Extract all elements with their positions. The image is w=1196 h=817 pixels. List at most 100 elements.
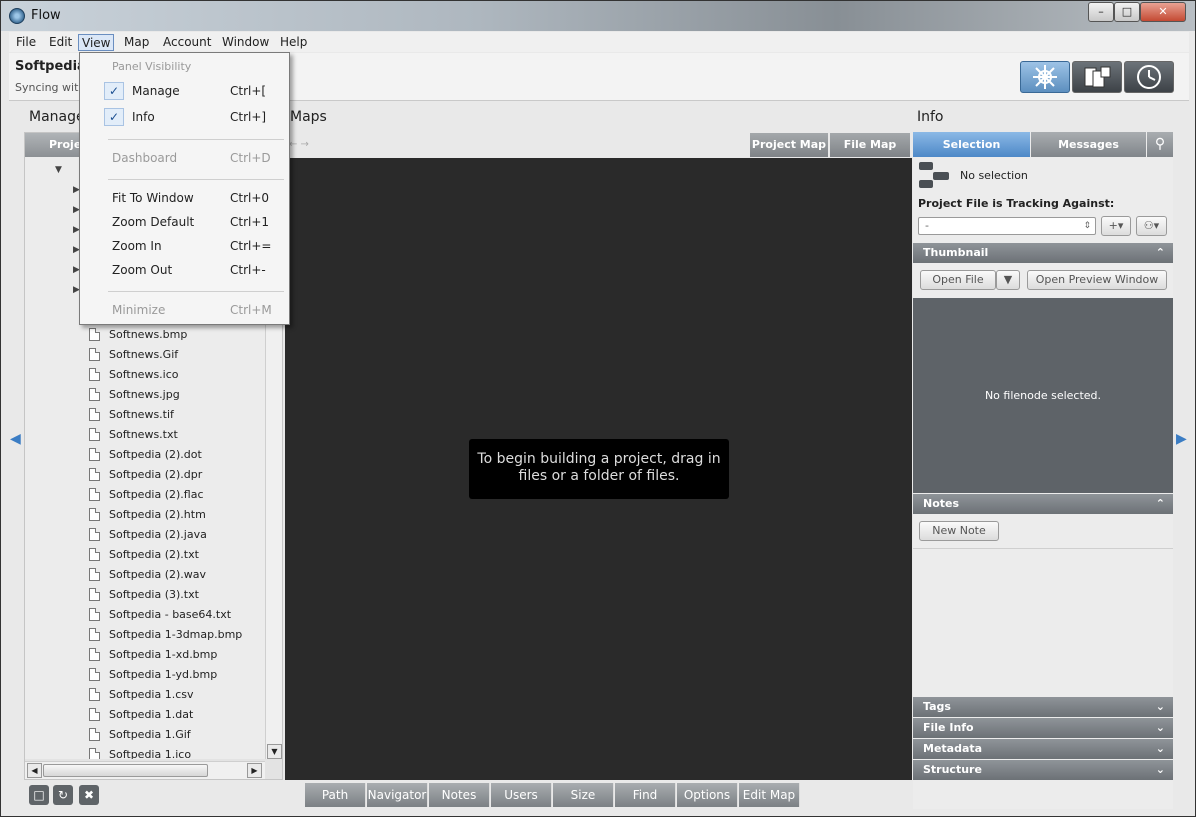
file-name: Softnews.txt: [109, 428, 178, 441]
tab-messages[interactable]: Messages: [1031, 132, 1146, 157]
list-item[interactable]: Softpedia 1-yd.bmp: [25, 665, 265, 685]
menu-item-fit-to-window[interactable]: Fit To Window Ctrl+0: [80, 187, 289, 209]
tab-file-map[interactable]: File Map: [830, 133, 910, 157]
list-item[interactable]: Softpedia 1-3dmap.bmp: [25, 625, 265, 645]
open-preview-button[interactable]: Open Preview Window: [1027, 270, 1167, 290]
maximize-button[interactable]: □: [1114, 2, 1140, 22]
tab-users[interactable]: Users: [491, 783, 552, 807]
tracking-select[interactable]: - ⇕: [918, 217, 1096, 235]
menu-item-zoom-in[interactable]: Zoom In Ctrl+=: [80, 235, 289, 257]
menu-file[interactable]: File: [13, 34, 39, 51]
chevron-down-icon: ⌄: [1155, 763, 1165, 776]
metadata-section-header[interactable]: Metadata ⌄: [913, 739, 1173, 759]
list-item[interactable]: Softpedia (2).wav: [25, 565, 265, 585]
scroll-right-icon[interactable]: ▶: [247, 763, 262, 778]
new-note-button[interactable]: New Note: [919, 521, 999, 541]
menu-item-zoom-default[interactable]: Zoom Default Ctrl+1: [80, 211, 289, 233]
menu-item-shortcut: Ctrl+]: [230, 110, 267, 124]
chevron-down-icon: ⌄: [1155, 742, 1165, 755]
list-item[interactable]: Softpedia (2).dpr: [25, 465, 265, 485]
list-item[interactable]: Softnews.bmp: [25, 325, 265, 345]
tab-find[interactable]: Find: [615, 783, 676, 807]
notes-section-header[interactable]: Notes ⌃: [913, 494, 1173, 514]
menu-item-zoom-out[interactable]: Zoom Out Ctrl+-: [80, 259, 289, 281]
chevron-up-icon: ⌃: [1155, 497, 1165, 510]
network-icon: [1033, 65, 1057, 89]
files-view-button[interactable]: [1072, 61, 1122, 93]
menu-item-shortcut: Ctrl+[: [230, 84, 267, 98]
list-item[interactable]: Softpedia 1-xd.bmp: [25, 645, 265, 665]
tab-navigator[interactable]: Navigator: [367, 783, 428, 807]
list-item[interactable]: Softpedia (3).txt: [25, 585, 265, 605]
list-item[interactable]: Softpedia 1.dat: [25, 705, 265, 725]
tab-selection[interactable]: Selection: [913, 132, 1030, 157]
menu-item-manage[interactable]: ✓ Manage Ctrl+[: [80, 80, 289, 102]
open-file-button[interactable]: Open File: [920, 270, 996, 290]
list-item[interactable]: Softpedia 1.ico: [25, 745, 265, 759]
tab-notes[interactable]: Notes: [429, 783, 490, 807]
file-name: Softnews.bmp: [109, 328, 188, 341]
close-button[interactable]: ✕: [1140, 2, 1186, 22]
structure-section-header[interactable]: Structure ⌄: [913, 760, 1173, 780]
file-info-header-label: File Info: [923, 721, 974, 734]
list-item[interactable]: Softnews.ico: [25, 365, 265, 385]
binoculars-dropdown-button[interactable]: ⚇▾: [1136, 216, 1167, 236]
minimize-button[interactable]: –: [1088, 2, 1114, 22]
tab-path[interactable]: Path: [305, 783, 366, 807]
list-item[interactable]: Softpedia (2).java: [25, 525, 265, 545]
file-icon: [89, 328, 100, 341]
file-info-section-header[interactable]: File Info ⌄: [913, 718, 1173, 738]
list-item[interactable]: Softpedia (2).flac: [25, 485, 265, 505]
expand-arrow-icon[interactable]: ▼: [55, 165, 62, 175]
menu-map[interactable]: Map: [121, 34, 152, 51]
add-folder-icon[interactable]: □: [29, 785, 49, 805]
checkmark-icon: ✓: [104, 82, 124, 100]
menu-separator: [108, 179, 284, 180]
file-icon: [89, 748, 100, 759]
menu-item-label: Manage: [132, 84, 180, 98]
list-item[interactable]: Softpedia (2).dot: [25, 445, 265, 465]
map-nav-arrows[interactable]: ← →: [289, 139, 309, 150]
file-name: Softnews.tif: [109, 408, 174, 421]
menu-edit[interactable]: Edit: [46, 34, 75, 51]
list-item[interactable]: Softpedia (2).htm: [25, 505, 265, 525]
trash-icon[interactable]: ✖: [79, 785, 99, 805]
menu-account[interactable]: Account: [160, 34, 214, 51]
tab-options[interactable]: Options: [677, 783, 738, 807]
network-view-button[interactable]: [1020, 61, 1070, 93]
horizontal-scrollbar[interactable]: ◀ ▶: [25, 761, 265, 779]
list-item[interactable]: Softnews.jpg: [25, 385, 265, 405]
list-item[interactable]: Softnews.Gif: [25, 345, 265, 365]
scroll-down-icon[interactable]: ▼: [267, 744, 282, 759]
menu-window[interactable]: Window: [219, 34, 272, 51]
history-view-button[interactable]: [1124, 61, 1174, 93]
list-item[interactable]: Softpedia (2).txt: [25, 545, 265, 565]
file-name: Softpedia 1.Gif: [109, 728, 191, 741]
search-icon[interactable]: ⚲: [1147, 132, 1173, 157]
tags-section-header[interactable]: Tags ⌄: [913, 697, 1173, 717]
menu-item-info[interactable]: ✓ Info Ctrl+]: [80, 106, 289, 128]
file-icon: [89, 508, 100, 521]
list-item[interactable]: Softpedia 1.Gif: [25, 725, 265, 745]
file-icon: [89, 728, 100, 741]
open-file-dropdown[interactable]: ▼: [996, 270, 1020, 290]
sync-icon[interactable]: ↻: [53, 785, 73, 805]
tab-edit-map[interactable]: Edit Map: [739, 783, 800, 807]
file-icon: [89, 648, 100, 661]
tab-project-map[interactable]: Project Map: [750, 133, 828, 157]
file-icon: [89, 668, 100, 681]
collapse-left-icon[interactable]: ◀: [10, 431, 21, 447]
tab-size[interactable]: Size: [553, 783, 614, 807]
menu-view[interactable]: View: [78, 34, 115, 51]
list-item[interactable]: Softnews.txt: [25, 425, 265, 445]
add-dropdown-button[interactable]: +▾: [1101, 216, 1131, 236]
file-icon: [89, 368, 100, 381]
scroll-thumb[interactable]: [43, 764, 208, 777]
collapse-right-icon[interactable]: ▶: [1176, 431, 1187, 447]
menu-help[interactable]: Help: [277, 34, 310, 51]
list-item[interactable]: Softpedia 1.csv: [25, 685, 265, 705]
list-item[interactable]: Softpedia - base64.txt: [25, 605, 265, 625]
scroll-left-icon[interactable]: ◀: [27, 763, 42, 778]
thumbnail-section-header[interactable]: Thumbnail ⌃: [913, 243, 1173, 263]
list-item[interactable]: Softnews.tif: [25, 405, 265, 425]
